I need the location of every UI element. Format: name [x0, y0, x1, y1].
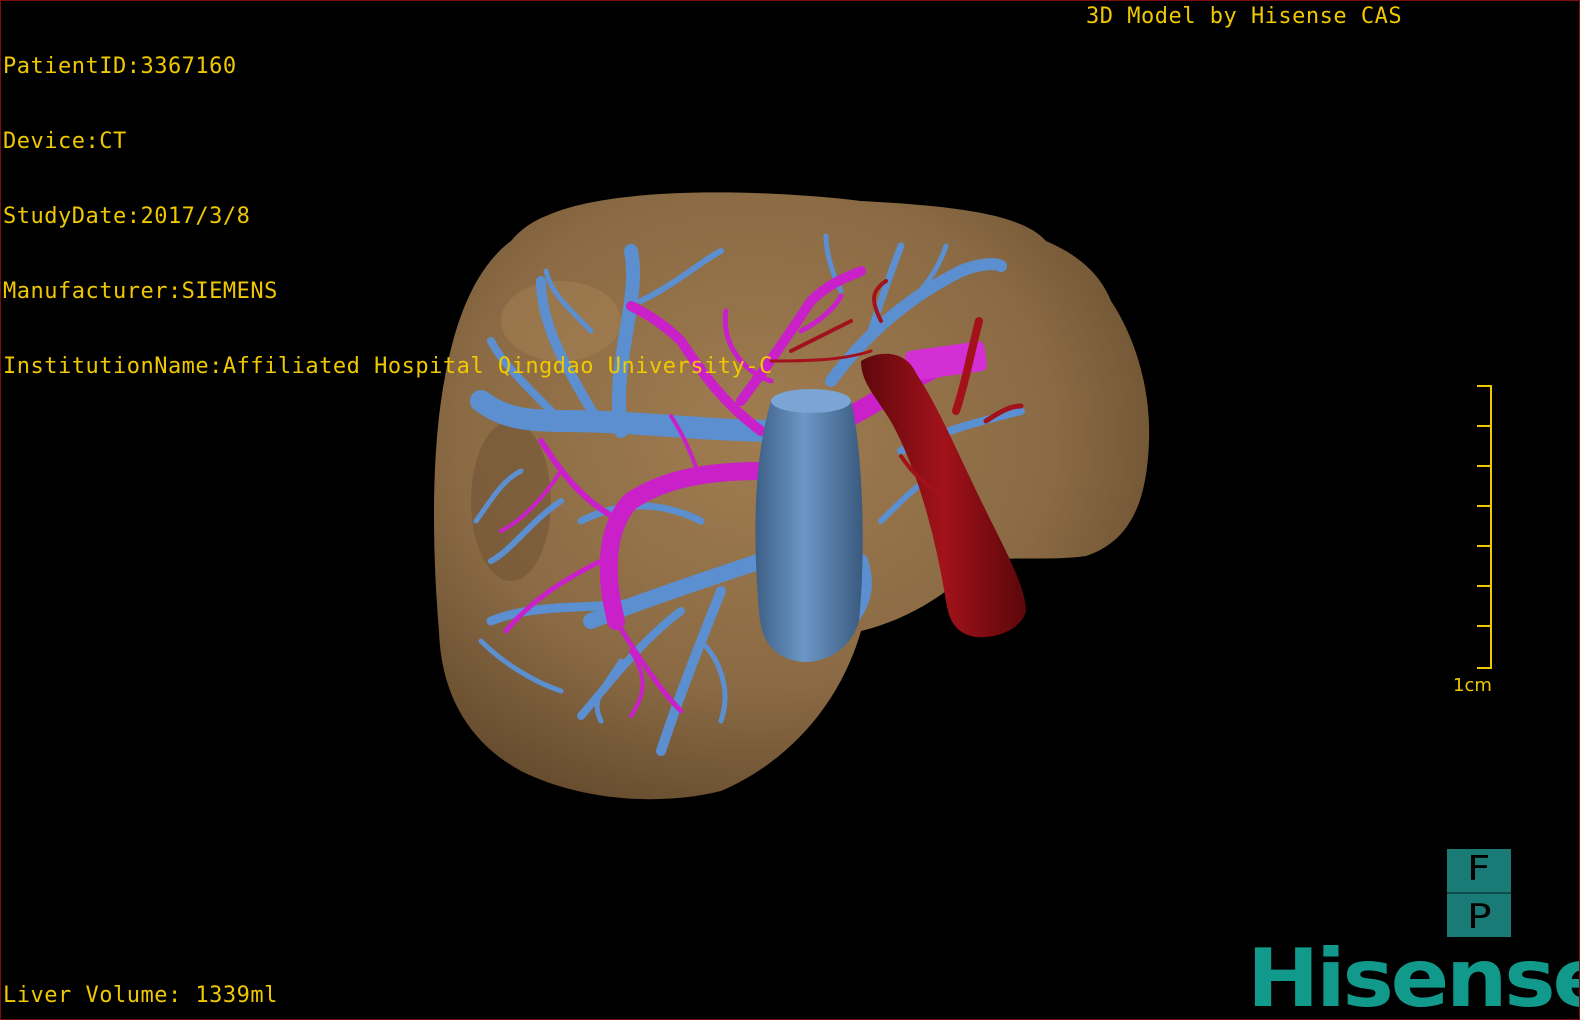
ivc-cylinder [755, 392, 863, 662]
scale-bar [1477, 385, 1492, 669]
model-credit: 3D Model by Hisense CAS [1086, 4, 1403, 29]
ivc-top [771, 389, 851, 413]
3d-viewport[interactable]: PatientID:3367160 Device:CT StudyDate:20… [0, 0, 1580, 1020]
device: Device:CT [3, 129, 127, 154]
orientation-top-letter: F [1467, 849, 1491, 890]
institution-name: InstitutionName:Affiliated Hospital Qing… [3, 354, 773, 379]
hisense-logo: Hisense [1247, 932, 1580, 1020]
orientation-indicator[interactable]: F P [1447, 849, 1511, 937]
patient-id: PatientID:3367160 [3, 54, 237, 79]
liver-volume: Liver Volume: 1339ml [3, 983, 278, 1008]
orientation-divider [1447, 891, 1511, 894]
manufacturer: Manufacturer:SIEMENS [3, 279, 278, 304]
scale-bar-label: 1cm [1453, 675, 1492, 696]
orientation-bottom-letter: P [1466, 896, 1492, 937]
study-date: StudyDate:2017/3/8 [3, 204, 251, 229]
patient-info-overlay: PatientID:3367160 Device:CT StudyDate:20… [3, 4, 773, 429]
